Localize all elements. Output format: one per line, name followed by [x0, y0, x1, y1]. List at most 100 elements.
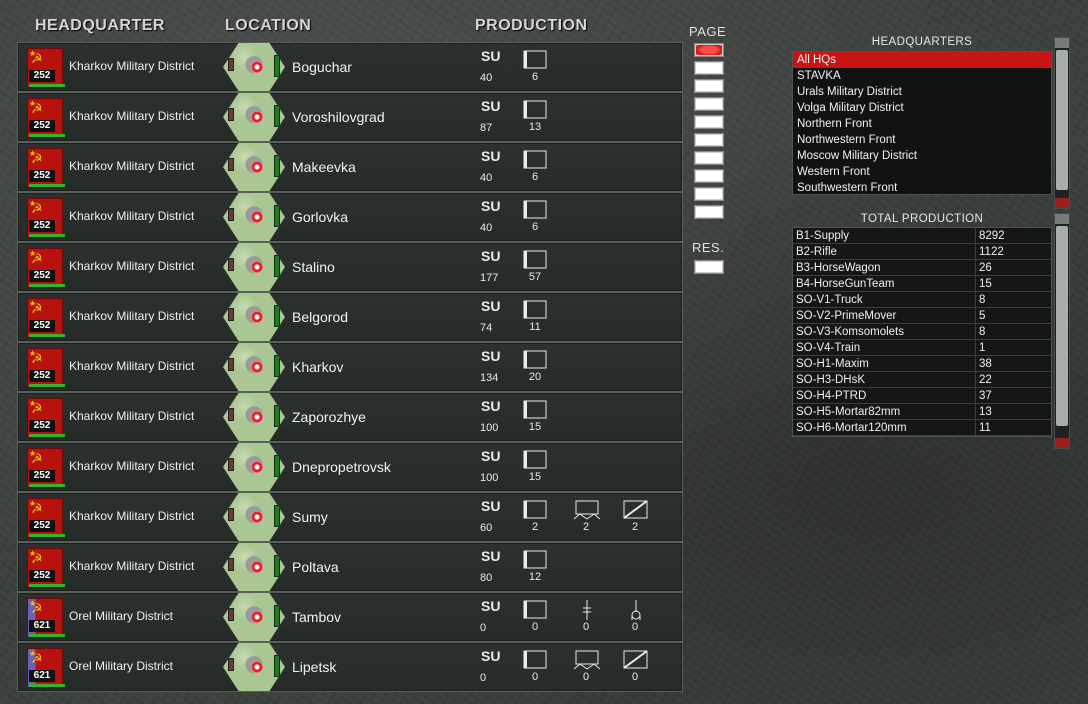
hq-list-item[interactable]: Urals Military District — [793, 84, 1051, 100]
table-row[interactable]: ★ ☭ 252 Kharkov Military District Belgorod SU… — [17, 292, 683, 342]
hq-scrollbar[interactable] — [1054, 37, 1070, 209]
table-row[interactable]: ★ ☭ 252 Kharkov Military District Sumy SU 60 2 2… — [17, 492, 683, 542]
hex-terrain-icon[interactable] — [223, 93, 285, 141]
supply-bar — [29, 84, 65, 87]
hq-list-item[interactable]: Southwestern Front — [793, 180, 1051, 196]
left-status-bar — [228, 258, 234, 271]
right-status-bar — [274, 255, 280, 277]
supply-bar — [29, 684, 65, 687]
unit-count: 6 — [531, 171, 539, 183]
hex-terrain-icon[interactable] — [223, 543, 285, 591]
scroll-up-icon[interactable] — [1055, 38, 1069, 48]
hq-list-item[interactable]: Western Front — [793, 164, 1051, 180]
su-label: SU — [481, 448, 501, 464]
scroll-up-icon[interactable] — [1055, 214, 1069, 224]
horse-wagon-icon — [573, 650, 601, 670]
hq-list[interactable]: All HQs STAVKA Urals Military District Volg… — [792, 51, 1052, 195]
supply-bar — [29, 384, 65, 387]
hex-terrain-icon[interactable] — [223, 193, 285, 241]
hq-name: Kharkov Military District — [69, 309, 195, 323]
page-button[interactable] — [694, 115, 724, 129]
soviet-flag-icon: ★ ☭ — [27, 398, 63, 438]
soviet-flag-icon: ★ ☭ — [27, 598, 63, 638]
su-value: 80 — [480, 572, 493, 584]
table-row[interactable]: ★ ☭ 252 Kharkov Military District Voroshilov… — [17, 92, 683, 142]
su-label: SU — [481, 348, 501, 364]
hex-terrain-icon[interactable] — [223, 293, 285, 341]
page-button[interactable] — [694, 205, 724, 219]
table-row[interactable]: ★ ☭ 252 Kharkov Military District Dnepropetr… — [17, 442, 683, 492]
location-name[interactable]: Voroshilovgrad — [292, 109, 385, 125]
location-name[interactable]: Sumy — [292, 509, 328, 525]
infantry-box-icon — [523, 100, 549, 120]
location-name[interactable]: Gorlovka — [292, 209, 348, 225]
su-value: 40 — [480, 222, 493, 234]
table-row[interactable]: ★ ☭ 252 Kharkov Military District Kharkov SU 1… — [17, 342, 683, 392]
hex-terrain-icon[interactable] — [223, 243, 285, 291]
hq-number: 252 — [29, 220, 55, 232]
hex-terrain-icon[interactable] — [223, 43, 285, 91]
hex-terrain-icon[interactable] — [223, 443, 285, 491]
page-button[interactable] — [694, 151, 724, 165]
page-button[interactable] — [694, 61, 724, 75]
table-row[interactable]: ★ ☭ 252 Kharkov Military District Poltava SU 8… — [17, 542, 683, 592]
hq-list-item[interactable]: Volga Military District — [793, 100, 1051, 116]
mortar-icon — [623, 600, 649, 620]
hex-terrain-icon[interactable] — [223, 593, 285, 641]
location-name[interactable]: Dnepropetrovsk — [292, 459, 391, 475]
hex-terrain-icon[interactable] — [223, 343, 285, 391]
infantry-box-icon — [523, 250, 549, 270]
table-row[interactable]: ★ ☭ 621 Orel Military District Lipetsk SU 0 0 0 0 — [17, 642, 683, 692]
page-button[interactable] — [694, 79, 724, 93]
table-row[interactable]: ★ ☭ 252 Kharkov Military District Gorlovka SU… — [17, 192, 683, 242]
location-name[interactable]: Boguchar — [292, 59, 352, 75]
table-row[interactable]: ★ ☭ 252 Kharkov Military District Zaporozhye… — [17, 392, 683, 442]
location-name[interactable]: Zaporozhye — [292, 409, 366, 425]
soviet-flag-icon: ★ ☭ — [27, 348, 63, 388]
scroll-thumb[interactable] — [1056, 226, 1068, 426]
page-button[interactable] — [694, 43, 724, 57]
hq-list-item[interactable]: Northwestern Front — [793, 132, 1051, 148]
scroll-down-icon[interactable] — [1055, 438, 1069, 448]
production-item-count: 8 — [979, 294, 986, 306]
table-row[interactable]: ★ ☭ 621 Orel Military District Tambov SU 0 0 0 0 — [17, 592, 683, 642]
res-button[interactable] — [694, 260, 724, 274]
town-marker-icon — [251, 611, 263, 623]
location-name[interactable]: Belgorod — [292, 309, 348, 325]
production-table: B1-Supply 8292 B2-Rifle 1122 B3-HorseWagon 26… — [792, 227, 1052, 437]
production-item-name: B4-HorseGunTeam — [793, 276, 976, 291]
su-label: SU — [481, 398, 501, 414]
table-row[interactable]: ★ ☭ 252 Kharkov Military District Boguchar SU… — [17, 42, 683, 92]
antitank-box-icon — [623, 500, 649, 520]
table-row[interactable]: ★ ☭ 252 Kharkov Military District Stalino SU 1… — [17, 242, 683, 292]
table-row[interactable]: ★ ☭ 252 Kharkov Military District Makeevka SU… — [17, 142, 683, 192]
page-button[interactable] — [694, 133, 724, 147]
production-panel-title: TOTAL PRODUCTION — [860, 213, 984, 225]
production-item-count: 22 — [979, 374, 992, 386]
hex-terrain-icon[interactable] — [223, 643, 285, 691]
hq-number: 621 — [29, 670, 55, 682]
page-button[interactable] — [694, 187, 724, 201]
location-name[interactable]: Stalino — [292, 259, 335, 275]
page-button[interactable] — [694, 97, 724, 111]
hq-list-item[interactable]: STAVKA — [793, 68, 1051, 84]
scroll-down-icon[interactable] — [1055, 198, 1069, 208]
page-button[interactable] — [694, 169, 724, 183]
hq-list-item[interactable]: All HQs — [793, 52, 1051, 68]
hq-list-item[interactable]: Moscow Military District — [793, 148, 1051, 164]
production-row: SO-H5-Mortar82mm 13 — [793, 404, 1051, 420]
scroll-thumb[interactable] — [1056, 50, 1068, 190]
location-name[interactable]: Makeevka — [292, 159, 356, 175]
hq-name: Orel Military District — [69, 659, 173, 673]
unit-count: 11 — [529, 321, 541, 333]
location-name[interactable]: Tambov — [292, 609, 341, 625]
location-name[interactable]: Poltava — [292, 559, 339, 575]
location-name[interactable]: Kharkov — [292, 359, 343, 375]
hq-list-item[interactable]: Northern Front — [793, 116, 1051, 132]
hex-terrain-icon[interactable] — [223, 393, 285, 441]
hex-terrain-icon[interactable] — [223, 493, 285, 541]
hex-terrain-icon[interactable] — [223, 143, 285, 191]
infantry-box-icon — [523, 600, 549, 620]
production-scrollbar[interactable] — [1054, 213, 1070, 449]
location-name[interactable]: Lipetsk — [292, 659, 336, 675]
